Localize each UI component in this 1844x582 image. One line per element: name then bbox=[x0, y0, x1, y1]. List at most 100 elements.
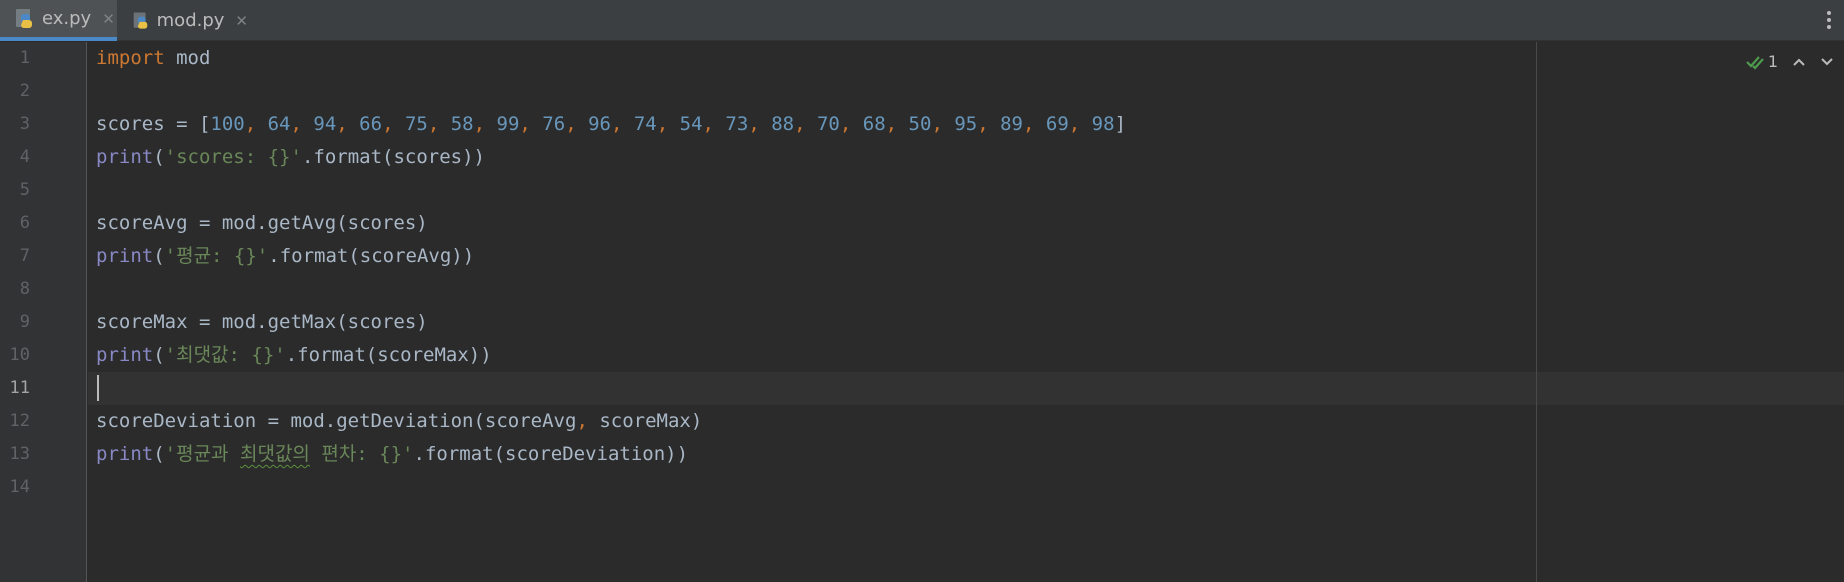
code-token: '최댓값: {}' bbox=[164, 344, 286, 366]
code-token: , bbox=[473, 113, 497, 135]
code-token: , bbox=[576, 410, 600, 432]
code-token: scoreDeviation = mod.getDeviation(scoreA… bbox=[96, 410, 577, 432]
editor-tab-bar: ex.py ✕ mod.py ✕ bbox=[0, 0, 1844, 41]
code-token: , bbox=[610, 113, 634, 135]
code-token: 54 bbox=[679, 113, 703, 135]
line-number[interactable]: 12 bbox=[0, 405, 30, 438]
inspection-count: 1 bbox=[1767, 52, 1778, 71]
code-token: , bbox=[931, 113, 955, 135]
code-line[interactable]: scoreDeviation = mod.getDeviation(scoreA… bbox=[96, 405, 702, 438]
code-token: ] bbox=[1114, 113, 1127, 135]
code-token: 100 bbox=[210, 113, 245, 135]
code-token: , bbox=[290, 113, 314, 135]
chevron-down-icon[interactable] bbox=[1820, 57, 1834, 67]
code-token: , bbox=[336, 113, 360, 135]
line-number[interactable]: 13 bbox=[0, 438, 30, 471]
line-number[interactable]: 14 bbox=[0, 471, 30, 504]
code-line[interactable]: print('최댓값: {}'.format(scoreMax)) bbox=[96, 339, 492, 372]
right-margin-guide bbox=[1536, 42, 1537, 582]
line-number-gutter: 1 2 3 4 5 6 7 8 9 10 11 12 13 14 bbox=[0, 42, 87, 582]
code-token: 68 bbox=[862, 113, 886, 135]
inspection-status[interactable]: 1 bbox=[1745, 52, 1778, 71]
line-number[interactable]: 11 bbox=[0, 372, 30, 405]
code-token: 98 bbox=[1091, 113, 1115, 135]
line-number[interactable]: 6 bbox=[0, 207, 30, 240]
code-token: print bbox=[96, 344, 154, 366]
code-token: 편차: {}' bbox=[309, 443, 414, 465]
code-line[interactable]: scores = [100, 64, 94, 66, 75, 58, 99, 7… bbox=[96, 108, 1126, 141]
line-number[interactable]: 2 bbox=[0, 75, 30, 108]
code-token: ( bbox=[153, 443, 165, 465]
code-token: 50 bbox=[908, 113, 932, 135]
python-file-icon bbox=[133, 12, 148, 29]
code-editor[interactable]: import mod scores = [100, 64, 94, 66, 75,… bbox=[88, 42, 1844, 582]
code-token: , bbox=[1068, 113, 1092, 135]
more-options-icon[interactable] bbox=[1826, 11, 1832, 31]
code-token: , bbox=[885, 113, 909, 135]
chevron-up-icon[interactable] bbox=[1792, 57, 1806, 67]
close-icon[interactable]: ✕ bbox=[235, 12, 248, 30]
line-number[interactable]: 10 bbox=[0, 339, 30, 372]
code-token: , bbox=[748, 113, 772, 135]
code-token: 73 bbox=[725, 113, 749, 135]
code-token: 94 bbox=[313, 113, 337, 135]
inspection-widget: 1 bbox=[1745, 52, 1834, 71]
code-line[interactable]: print('평균: {}'.format(scoreAvg)) bbox=[96, 240, 474, 273]
code-token: ( bbox=[153, 344, 165, 366]
line-number[interactable]: 9 bbox=[0, 306, 30, 339]
code-token: scores = [ bbox=[96, 113, 211, 135]
code-token: 95 bbox=[954, 113, 978, 135]
tab-label: mod.py bbox=[156, 10, 225, 31]
text-caret bbox=[97, 375, 99, 401]
code-token: 75 bbox=[404, 113, 428, 135]
code-token: ( bbox=[153, 245, 165, 267]
code-token: , bbox=[656, 113, 680, 135]
line-number[interactable]: 7 bbox=[0, 240, 30, 273]
code-token: 76 bbox=[542, 113, 566, 135]
code-token: 66 bbox=[359, 113, 383, 135]
code-token: , bbox=[1023, 113, 1046, 135]
code-token: , bbox=[244, 113, 268, 135]
code-line[interactable]: import mod bbox=[96, 42, 210, 75]
line-number[interactable]: 5 bbox=[0, 174, 30, 207]
code-token: 58 bbox=[450, 113, 474, 135]
current-line-highlight bbox=[88, 372, 1844, 405]
line-number[interactable]: 3 bbox=[0, 108, 30, 141]
double-check-icon bbox=[1746, 55, 1764, 70]
code-token: , bbox=[702, 113, 726, 135]
code-token: ( bbox=[153, 146, 165, 168]
tab-mod-py[interactable]: mod.py ✕ bbox=[118, 0, 248, 41]
code-token: , bbox=[427, 113, 451, 135]
code-token: 89 bbox=[1000, 113, 1023, 135]
code-token: .format(scoreDeviation)) bbox=[413, 443, 689, 465]
code-token: 99 bbox=[496, 113, 520, 135]
code-token: 70 bbox=[816, 113, 840, 135]
code-token: .format(scores)) bbox=[301, 146, 485, 168]
code-token: scoreAvg = mod.getAvg(scores) bbox=[96, 212, 428, 234]
code-line[interactable]: print('scores: {}'.format(scores)) bbox=[96, 141, 485, 174]
line-number[interactable]: 4 bbox=[0, 141, 30, 174]
code-token: mod bbox=[164, 47, 211, 69]
code-token: print bbox=[96, 443, 154, 465]
line-number[interactable]: 8 bbox=[0, 273, 30, 306]
code-token: , bbox=[565, 113, 589, 135]
code-token: 96 bbox=[588, 113, 611, 135]
code-token: , bbox=[839, 113, 863, 135]
code-token: import bbox=[96, 47, 165, 69]
code-token: 최댓값의 bbox=[239, 443, 310, 465]
code-token: , bbox=[519, 113, 543, 135]
line-number[interactable]: 1 bbox=[0, 42, 30, 75]
code-token: '평균: {}' bbox=[164, 245, 269, 267]
code-token: 74 bbox=[633, 113, 657, 135]
code-token: print bbox=[96, 245, 154, 267]
python-file-icon bbox=[16, 8, 32, 28]
code-token: 64 bbox=[267, 113, 291, 135]
code-line[interactable]: scoreAvg = mod.getAvg(scores) bbox=[96, 207, 428, 240]
code-token: print bbox=[96, 146, 154, 168]
code-line[interactable]: print('평균과 최댓값의 편차: {}'.format(scoreDevi… bbox=[96, 438, 688, 471]
code-token: .format(scoreMax)) bbox=[285, 344, 492, 366]
tab-ex-py[interactable]: ex.py ✕ bbox=[0, 0, 117, 41]
close-icon[interactable]: ✕ bbox=[102, 10, 115, 28]
code-line[interactable]: scoreMax = mod.getMax(scores) bbox=[96, 306, 428, 339]
code-token: , bbox=[794, 113, 817, 135]
